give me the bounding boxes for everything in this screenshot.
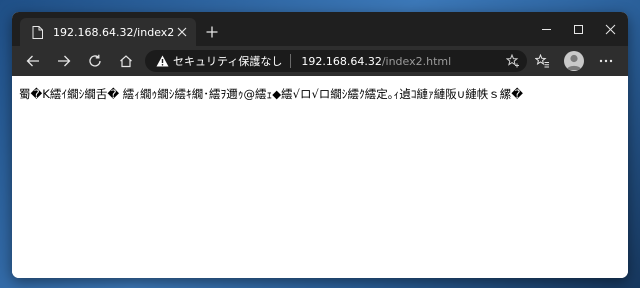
browser-window: 192.168.64.32/index2.html <box>12 12 628 278</box>
url-text[interactable]: 192.168.64.32/index2.html <box>301 55 451 68</box>
security-status-label[interactable]: セキュリティ保護なし <box>173 53 282 69</box>
ellipsis-icon <box>599 59 613 63</box>
warning-icon[interactable] <box>155 54 169 68</box>
add-favorite-icon[interactable] <box>505 53 521 69</box>
favorites-icon <box>534 54 549 68</box>
back-button[interactable] <box>22 50 44 72</box>
maximize-button[interactable] <box>564 17 592 41</box>
url-path: /index2.html <box>381 54 452 68</box>
new-tab-button[interactable] <box>203 23 221 41</box>
forward-button[interactable] <box>53 50 75 72</box>
user-icon <box>566 54 582 70</box>
profile-avatar[interactable] <box>564 51 584 71</box>
page-content: 蜀�K繧ｲ繝ｼ繝舌� 繧ｨ繝ｩ繝ｼ繧ｷ繝･繧ｦ邇ｩ@繧ｪ◆繧√ロ√ロ繝ｼ繧ｸ繧定… <box>12 76 628 278</box>
navigation-toolbar: セキュリティ保護なし 192.168.64.32/index2.html <box>12 46 628 76</box>
document-icon <box>30 25 44 39</box>
more-options-button[interactable] <box>595 50 617 72</box>
browser-tab[interactable]: 192.168.64.32/index2.html <box>20 18 196 46</box>
address-divider <box>290 54 292 68</box>
page-body-text: 蜀�K繧ｲ繝ｼ繝舌� 繧ｨ繝ｩ繝ｼ繧ｷ繝･繧ｦ邇ｩ@繧ｪ◆繧√ロ√ロ繝ｼ繧ｸ繧定… <box>19 87 523 101</box>
favorites-button[interactable] <box>531 50 553 72</box>
arrow-right-icon <box>58 55 71 67</box>
minimize-button[interactable] <box>532 17 560 41</box>
url-host: 192.168.64.32 <box>301 54 382 68</box>
tab-title: 192.168.64.32/index2.html <box>53 25 174 39</box>
close-window-button[interactable] <box>596 17 624 41</box>
title-bar: 192.168.64.32/index2.html <box>12 12 628 46</box>
address-bar[interactable]: セキュリティ保護なし 192.168.64.32/index2.html <box>145 50 527 72</box>
refresh-icon <box>89 54 101 67</box>
close-tab-icon[interactable] <box>174 24 190 40</box>
home-button[interactable] <box>115 50 137 72</box>
refresh-button[interactable] <box>84 50 106 72</box>
arrow-left-icon <box>26 55 39 67</box>
home-icon <box>120 55 132 68</box>
